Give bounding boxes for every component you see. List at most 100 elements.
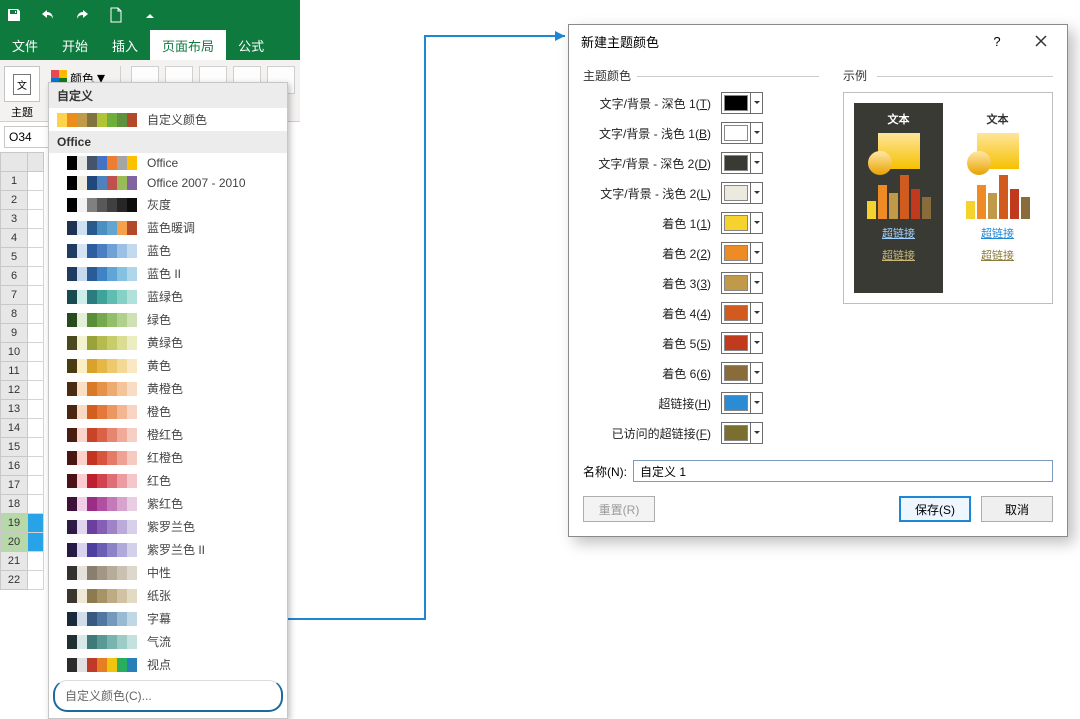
theme-row[interactable]: 橙色 <box>49 400 287 423</box>
color-picker-button[interactable] <box>721 392 763 414</box>
cancel-button[interactable]: 取消 <box>981 496 1053 522</box>
row-header[interactable]: 1 <box>0 172 28 191</box>
cell[interactable] <box>28 191 44 210</box>
cell[interactable] <box>28 286 44 305</box>
theme-row[interactable]: 中性 <box>49 561 287 584</box>
theme-row[interactable]: 红橙色 <box>49 446 287 469</box>
theme-row[interactable]: Office 2007 - 2010 <box>49 173 287 193</box>
cell[interactable] <box>28 343 44 362</box>
cell[interactable] <box>28 514 44 533</box>
row-header[interactable]: 11 <box>0 362 28 381</box>
row-header[interactable]: 5 <box>0 248 28 267</box>
color-picker-button[interactable] <box>721 212 763 234</box>
cell[interactable] <box>28 381 44 400</box>
row-header[interactable]: 15 <box>0 438 28 457</box>
color-picker-button[interactable] <box>721 152 763 174</box>
qat-customize-icon[interactable] <box>142 7 158 23</box>
color-picker-button[interactable] <box>721 332 763 354</box>
save-button[interactable]: 保存(S) <box>899 496 971 522</box>
theme-row[interactable]: 橙红色 <box>49 423 287 446</box>
color-picker-button[interactable] <box>721 302 763 324</box>
row-header[interactable]: 7 <box>0 286 28 305</box>
close-button[interactable] <box>1023 29 1059 53</box>
tab-file[interactable]: 文件 <box>0 30 50 60</box>
color-picker-button[interactable] <box>721 122 763 144</box>
row-header[interactable]: 21 <box>0 552 28 571</box>
theme-row[interactable]: 绿色 <box>49 308 287 331</box>
tab-home[interactable]: 开始 <box>50 30 100 60</box>
cell[interactable] <box>28 476 44 495</box>
redo-icon[interactable] <box>74 7 90 23</box>
row-header[interactable]: 8 <box>0 305 28 324</box>
tab-page-layout[interactable]: 页面布局 <box>150 30 226 60</box>
row-header[interactable]: 4 <box>0 229 28 248</box>
cell[interactable] <box>28 438 44 457</box>
themes-button[interactable]: 文 主题 <box>4 66 40 120</box>
row-header[interactable]: 3 <box>0 210 28 229</box>
cell[interactable] <box>28 267 44 286</box>
color-picker-button[interactable] <box>721 182 763 204</box>
tab-insert[interactable]: 插入 <box>100 30 150 60</box>
theme-row[interactable]: 蓝色暖调 <box>49 216 287 239</box>
row-header[interactable]: 22 <box>0 571 28 590</box>
color-picker-button[interactable] <box>721 362 763 384</box>
cell[interactable] <box>28 533 44 552</box>
theme-row[interactable]: 黄色 <box>49 354 287 377</box>
cell[interactable] <box>28 362 44 381</box>
cell[interactable] <box>28 571 44 590</box>
row-header[interactable]: 18 <box>0 495 28 514</box>
theme-row[interactable]: 纸张 <box>49 584 287 607</box>
tab-formulas[interactable]: 公式 <box>226 30 276 60</box>
theme-row[interactable]: 蓝绿色 <box>49 285 287 308</box>
theme-row[interactable]: 灰度 <box>49 193 287 216</box>
cell[interactable] <box>28 305 44 324</box>
color-picker-button[interactable] <box>721 242 763 264</box>
cell[interactable] <box>28 400 44 419</box>
cell[interactable] <box>28 248 44 267</box>
cell[interactable] <box>28 172 44 191</box>
row-header[interactable]: 17 <box>0 476 28 495</box>
cell[interactable] <box>28 419 44 438</box>
custom-colors-command[interactable]: 自定义颜色(C)... <box>53 680 283 712</box>
theme-row[interactable]: 蓝色 <box>49 239 287 262</box>
row-header[interactable]: 9 <box>0 324 28 343</box>
reset-button[interactable]: 重置(R) <box>583 496 655 522</box>
row-header[interactable]: 20 <box>0 533 28 552</box>
color-picker-button[interactable] <box>721 272 763 294</box>
row-header[interactable]: 2 <box>0 191 28 210</box>
theme-row[interactable]: 自定义颜色 <box>49 108 287 131</box>
save-icon[interactable] <box>6 7 22 23</box>
theme-row-label: 字幕 <box>147 610 171 627</box>
cell[interactable] <box>28 495 44 514</box>
row-header[interactable]: 12 <box>0 381 28 400</box>
cell[interactable] <box>28 210 44 229</box>
name-box[interactable]: O34 <box>4 126 50 148</box>
theme-row[interactable]: 紫罗兰色 <box>49 515 287 538</box>
theme-row[interactable]: 红色 <box>49 469 287 492</box>
cell[interactable] <box>28 552 44 571</box>
row-header[interactable]: 10 <box>0 343 28 362</box>
theme-row[interactable]: 字幕 <box>49 607 287 630</box>
cell[interactable] <box>28 324 44 343</box>
row-header[interactable]: 6 <box>0 267 28 286</box>
row-header[interactable]: 14 <box>0 419 28 438</box>
new-icon[interactable] <box>108 7 124 23</box>
row-header[interactable]: 16 <box>0 457 28 476</box>
help-button[interactable]: ? <box>979 29 1015 53</box>
theme-row[interactable]: 黄绿色 <box>49 331 287 354</box>
theme-row[interactable]: 紫罗兰色 II <box>49 538 287 561</box>
theme-row[interactable]: 黄橙色 <box>49 377 287 400</box>
cell[interactable] <box>28 229 44 248</box>
theme-row[interactable]: Office <box>49 153 287 173</box>
color-picker-button[interactable] <box>721 422 763 444</box>
row-header[interactable]: 19 <box>0 514 28 533</box>
color-picker-button[interactable] <box>721 92 763 114</box>
cell[interactable] <box>28 457 44 476</box>
theme-row[interactable]: 气流 <box>49 630 287 653</box>
theme-row[interactable]: 紫红色 <box>49 492 287 515</box>
theme-row[interactable]: 蓝色 II <box>49 262 287 285</box>
theme-row[interactable]: 视点 <box>49 653 287 676</box>
name-input[interactable] <box>633 460 1053 482</box>
undo-icon[interactable] <box>40 7 56 23</box>
row-header[interactable]: 13 <box>0 400 28 419</box>
